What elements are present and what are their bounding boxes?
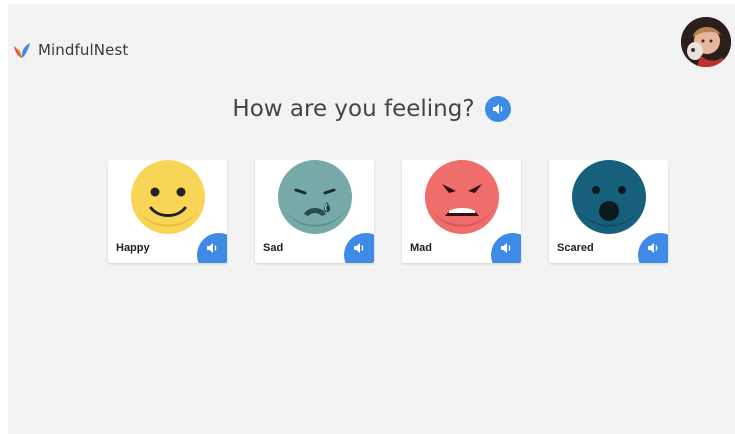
sad-speaker-button[interactable]	[344, 233, 374, 263]
avatar-photo	[681, 17, 731, 67]
app-name: MindfulNest	[38, 41, 129, 59]
scared-face-icon	[572, 160, 646, 234]
app-logo[interactable]: MindfulNest	[12, 40, 128, 60]
emotion-card-scared[interactable]: Scared	[549, 160, 668, 263]
emotion-card-mad[interactable]: Mad	[402, 160, 521, 263]
mad-face-icon	[425, 160, 499, 234]
emotion-card-happy[interactable]: Happy	[108, 160, 227, 263]
emotion-card-sad[interactable]: Sad	[255, 160, 374, 263]
emotion-label: Mad	[410, 242, 432, 254]
scared-speaker-button[interactable]	[638, 233, 668, 263]
emotion-label: Scared	[557, 242, 594, 254]
speaker-icon	[492, 104, 502, 114]
feeling-prompt: How are you feeling?	[8, 96, 735, 122]
speaker-icon	[501, 243, 511, 253]
title-speaker-button[interactable]	[484, 96, 511, 122]
speaker-icon	[207, 243, 217, 253]
page-title: How are you feeling?	[232, 96, 475, 122]
happy-face-icon	[131, 160, 205, 234]
happy-speaker-button[interactable]	[197, 233, 227, 263]
emotion-label: Happy	[116, 242, 150, 254]
sad-face-icon	[278, 160, 352, 234]
app-canvas: MindfulNest How are you feeling? Happy S…	[8, 4, 735, 434]
speaker-icon	[354, 243, 364, 253]
emotion-cards: Happy Sad Mad Scared	[108, 160, 668, 263]
speaker-icon	[648, 243, 658, 253]
leaf-logo-icon	[14, 43, 30, 58]
mad-speaker-button[interactable]	[491, 233, 521, 263]
user-avatar[interactable]	[681, 17, 731, 67]
emotion-label: Sad	[263, 242, 284, 254]
